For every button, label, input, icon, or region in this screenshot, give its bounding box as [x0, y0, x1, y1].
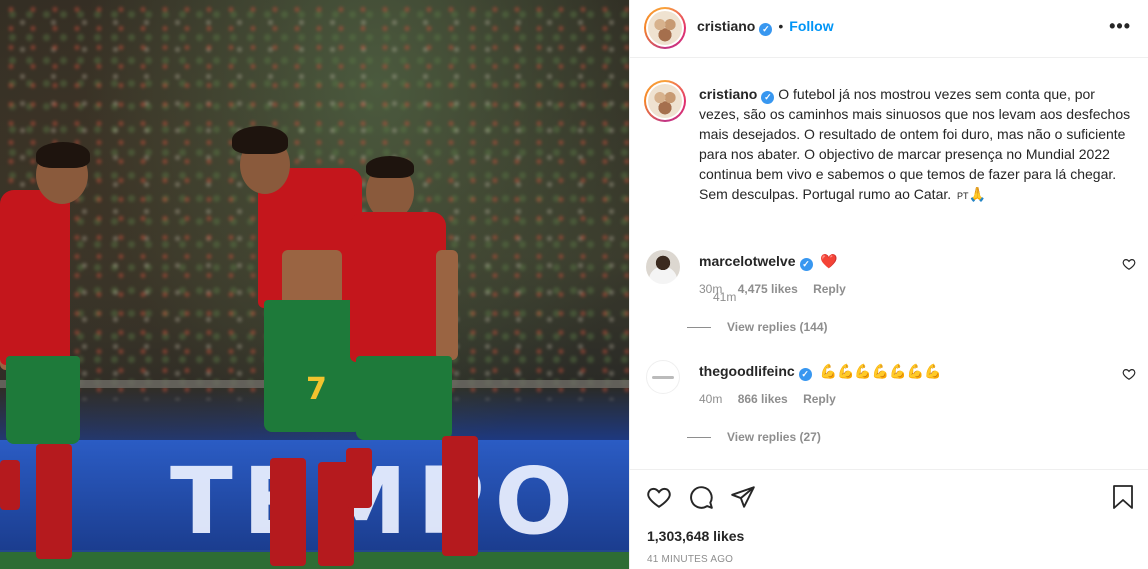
like-heart-icon[interactable]	[646, 484, 672, 510]
heart-emoji: ❤️	[820, 253, 838, 269]
view-replies-label: View replies (144)	[727, 320, 828, 334]
player-number: 7	[306, 372, 327, 407]
like-comment-heart-icon[interactable]	[1122, 367, 1136, 381]
flexed-biceps-emoji: 💪💪💪💪💪💪💪	[819, 363, 942, 379]
post-likes-count[interactable]: 1,303,648 likes	[647, 528, 744, 544]
post-timestamp[interactable]: 41 MINUTES AGO	[647, 554, 733, 565]
like-comment-heart-icon[interactable]	[1122, 257, 1136, 271]
flag-pt-icon: PT	[957, 191, 969, 201]
pray-emoji: 🙏	[968, 186, 986, 202]
follow-button[interactable]: Follow	[789, 18, 833, 34]
share-paper-plane-icon[interactable]	[730, 484, 756, 510]
separator-dot: •	[778, 18, 784, 34]
commenter-avatar[interactable]	[646, 250, 680, 284]
comment-reply-button[interactable]: Reply	[813, 282, 846, 296]
commenter-avatar[interactable]	[646, 360, 680, 394]
comment-body: thegoodlifeinc ✓ 💪💪💪💪💪💪💪	[699, 363, 1099, 381]
view-replies-label: View replies (27)	[727, 430, 821, 444]
replies-divider-line	[687, 327, 711, 329]
advertising-board-text: TEMPO	[170, 448, 583, 555]
author-avatar[interactable]	[644, 7, 686, 49]
verified-badge-icon: ✓	[761, 91, 775, 104]
comment-timestamp[interactable]: 30m	[699, 282, 722, 296]
commenter-username[interactable]: marcelotwelve	[699, 253, 796, 269]
verified-badge-icon: ✓	[799, 258, 813, 271]
comment-meta: 40m 866 likes Reply	[699, 392, 848, 406]
view-replies-button[interactable]: View replies (144)	[687, 320, 828, 334]
comment-body: marcelotwelve ✓ ❤️	[699, 253, 1099, 271]
save-bookmark-icon[interactable]	[1111, 484, 1135, 510]
post-panel: cristiano ✓ • Follow ••• cristiano ✓ O futeb…	[629, 0, 1148, 569]
caption-username[interactable]: cristiano	[699, 86, 757, 102]
comment-timestamp[interactable]: 40m	[699, 392, 722, 406]
caption-text-block: cristiano ✓ O futebol já nos mostrou veze…	[699, 84, 1139, 206]
verified-badge-icon: ✓	[759, 23, 773, 36]
view-replies-button[interactable]: View replies (27)	[687, 430, 821, 444]
commenter-username[interactable]: thegoodlifeinc	[699, 363, 795, 379]
comment-likes[interactable]: 866 likes	[738, 392, 788, 406]
comment-bubble-icon[interactable]	[688, 484, 714, 510]
author-username[interactable]: cristiano	[697, 18, 755, 34]
verified-badge-icon: ✓	[798, 368, 812, 381]
more-options-icon[interactable]: •••	[1109, 16, 1131, 37]
post-actions: 1,303,648 likes 41 MINUTES AGO	[630, 469, 1148, 569]
comment-reply-button[interactable]: Reply	[803, 392, 836, 406]
caption-body: O futebol já nos mostrou vezes sem conta…	[699, 86, 1131, 202]
post-image[interactable]: TEMPO 7	[0, 0, 629, 569]
comment-likes[interactable]: 4,475 likes	[738, 282, 798, 296]
caption-avatar[interactable]	[644, 80, 686, 122]
post-header: cristiano ✓ • Follow •••	[630, 0, 1148, 58]
pitch	[0, 552, 629, 569]
replies-divider-line	[687, 437, 711, 439]
comment-meta: 30m 4,475 likes Reply	[699, 282, 858, 296]
